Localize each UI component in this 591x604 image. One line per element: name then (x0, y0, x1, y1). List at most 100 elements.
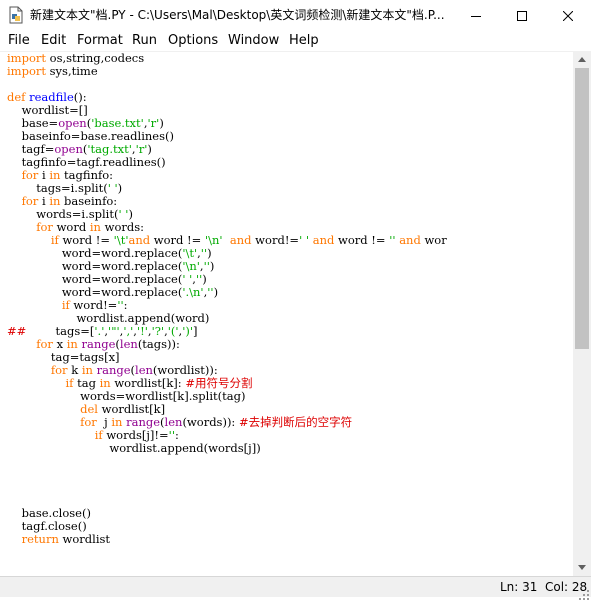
code-token: ) (202, 272, 207, 286)
code-token: for (36, 220, 53, 234)
code-token: word=word.replace( (7, 272, 183, 286)
code-token: in (89, 220, 101, 234)
code-token: os,string,codecs (46, 51, 145, 65)
code-line[interactable] (7, 481, 447, 494)
code-token: (): (73, 90, 87, 104)
chevron-up-icon (578, 57, 586, 62)
code-token: open (58, 116, 87, 130)
code-token: len (119, 337, 138, 351)
code-token: in (66, 337, 78, 351)
code-token: ] (193, 324, 198, 338)
code-line[interactable] (7, 468, 447, 481)
code-token: word != (58, 233, 114, 247)
code-token: k (67, 363, 82, 377)
resize-grip-icon[interactable] (579, 585, 589, 600)
code-line[interactable]: import sys,time (7, 65, 447, 78)
code-token: ' ' (182, 272, 193, 286)
code-token: for (50, 363, 68, 377)
code-token: words=i.split( (7, 207, 119, 221)
scrollbar-thumb[interactable] (575, 68, 589, 349)
code-token: and (229, 233, 252, 247)
scroll-down-button[interactable] (573, 559, 591, 576)
code-token: '\t' (113, 233, 129, 247)
code-token: (words)): (182, 415, 239, 429)
code-token: ) (207, 246, 212, 260)
menu-format[interactable]: Format (77, 31, 123, 51)
menu-options[interactable]: Options (168, 31, 218, 51)
code-token: base.close() (7, 506, 91, 520)
code-token: #去掉判断后的空字符 (238, 415, 353, 429)
code-text[interactable]: import os,string,codecs import sys,time de… (7, 52, 447, 546)
code-token: wordlist.append(words[j]) (7, 441, 261, 455)
code-token: word=word.replace( (7, 259, 183, 273)
menu-file[interactable]: File (8, 31, 30, 51)
maximize-icon (517, 10, 527, 21)
minimize-button[interactable] (453, 0, 499, 31)
code-token: x (52, 337, 67, 351)
code-token: ) (128, 207, 133, 221)
menu-run[interactable]: Run (132, 31, 157, 51)
code-token: ',' (123, 324, 134, 338)
code-token: in (99, 376, 111, 390)
code-token: word=word.replace( (7, 246, 183, 260)
code-token: and (399, 233, 421, 247)
code-token: for (21, 168, 39, 182)
code-token: for (21, 194, 39, 208)
code-token: for (80, 415, 97, 429)
code-token: word=word.replace( (7, 285, 183, 299)
menu-window[interactable]: Window (228, 31, 279, 51)
code-token: : (174, 428, 179, 442)
code-token: ) (213, 285, 219, 299)
code-line[interactable]: return wordlist (7, 533, 447, 546)
code-token: word!= (69, 298, 118, 312)
code-token: range (81, 337, 116, 351)
code-token: word (52, 220, 90, 234)
maximize-button[interactable] (499, 0, 545, 31)
code-token: in (111, 415, 123, 429)
code-token: def (7, 90, 26, 104)
code-line[interactable]: wordlist.append(words[j]) (7, 442, 447, 455)
code-token: len (135, 363, 153, 377)
code-token: '!' (136, 324, 148, 338)
code-token: ## (7, 324, 27, 338)
code-token: and (128, 233, 151, 247)
code-token: 'tag.txt' (87, 142, 132, 156)
code-token: tagfinfo=tagf.readlines() (7, 155, 166, 169)
code-token: (tags)): (137, 337, 180, 351)
code-line[interactable] (7, 455, 447, 468)
code-token: 'base.txt' (91, 116, 144, 130)
code-token: len (164, 415, 183, 429)
code-token: tagf.close() (7, 519, 87, 533)
close-button[interactable] (545, 0, 591, 31)
code-editor[interactable]: import os,string,codecs import sys,time de… (0, 51, 573, 577)
code-token: in (81, 363, 93, 377)
code-token: '?' (151, 324, 165, 338)
code-token: '\t' (182, 246, 198, 260)
vertical-scrollbar[interactable] (573, 51, 591, 576)
window-title: 新建文本文"档.PY - C:\Users\Mal\Desktop\英文词频检测… (30, 8, 445, 22)
title-bar[interactable]: 新建文本文"档.PY - C:\Users\Mal\Desktop\英文词频检测… (0, 0, 591, 31)
code-token: words: (100, 220, 145, 234)
code-token: import (7, 64, 46, 78)
menu-help[interactable]: Help (289, 31, 319, 51)
code-token: : (123, 298, 128, 312)
code-token: wordlist (58, 532, 111, 546)
code-token: ) (159, 116, 164, 130)
code-token: word != (150, 233, 205, 247)
code-token: tags=i.split( (7, 181, 108, 195)
code-token: ) (147, 142, 152, 156)
code-token: tagf= (7, 142, 55, 156)
menu-edit[interactable]: Edit (41, 31, 66, 51)
code-token: wordlist[k]: (110, 376, 186, 390)
scroll-up-button[interactable] (573, 51, 591, 68)
code-token: tag=tags[x] (7, 350, 120, 364)
